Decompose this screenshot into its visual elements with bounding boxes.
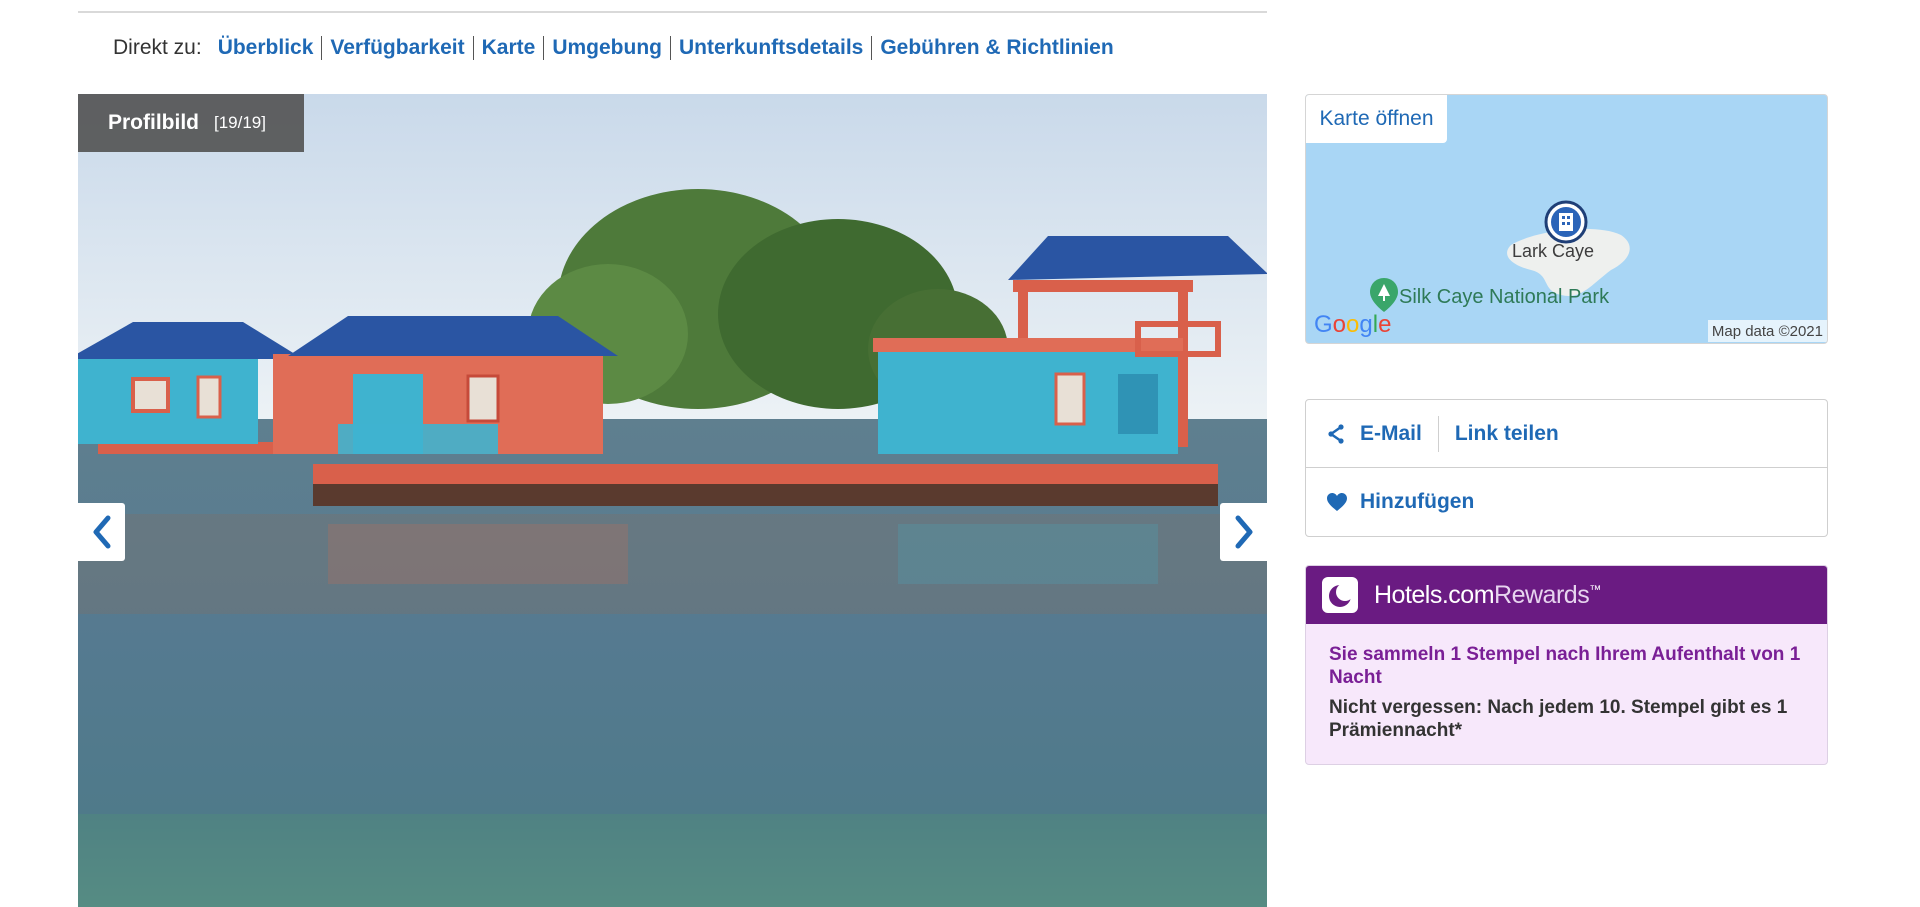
jump-link-availability[interactable]: Verfügbarkeit: [322, 36, 472, 60]
share-box: E-Mail Link teilen Hinzufügen: [1305, 399, 1828, 537]
rewards-stamp-message: Sie sammeln 1 Stempel nach Ihrem Aufenth…: [1329, 644, 1801, 688]
google-logo: Google: [1314, 311, 1392, 338]
rewards-header: Hotels.comRewards™: [1306, 566, 1827, 624]
rewards-panel: Hotels.comRewards™ Sie sammeln 1 Stempel…: [1305, 565, 1828, 765]
jump-to-label: Direkt zu:: [113, 36, 202, 59]
jump-link-fees-policies[interactable]: Gebühren & Richtlinien: [872, 36, 1121, 60]
photo-counter: [19/19]: [214, 113, 266, 132]
hotel-photo[interactable]: [78, 94, 1267, 907]
jump-link-map[interactable]: Karte: [474, 36, 544, 60]
map-credit: Map data ©2021: [1707, 320, 1827, 342]
caption-title: Profilbild: [108, 111, 199, 134]
jump-link-overview[interactable]: Überblick: [218, 36, 322, 60]
top-divider: [78, 11, 1267, 13]
share-divider: [1437, 415, 1439, 452]
chevron-left-icon: [93, 515, 110, 549]
email-share-link[interactable]: E-Mail: [1360, 422, 1422, 446]
map-label-island: Lark Caye: [1512, 241, 1595, 261]
copy-link-button[interactable]: Link teilen: [1455, 422, 1559, 446]
photo-caption: Profilbild [19/19]: [78, 94, 304, 152]
share-icon: [1328, 423, 1344, 444]
map-label-park: Silk Caye National Park: [1399, 286, 1610, 308]
rewards-body: Sie sammeln 1 Stempel nach Ihrem Aufenth…: [1306, 624, 1827, 742]
chevron-right-icon: [1235, 515, 1252, 549]
jump-link-property-details[interactable]: Unterkunftsdetails: [671, 36, 871, 60]
favorite-row[interactable]: Hinzufügen: [1306, 468, 1827, 536]
rewards-reminder: Nicht vergessen: Nach jedem 10. Stempel …: [1329, 697, 1788, 741]
add-to-favorites-button[interactable]: Hinzufügen: [1360, 490, 1474, 514]
open-map-button[interactable]: Karte öffnen: [1306, 95, 1447, 143]
park-pin-icon: [1370, 278, 1398, 312]
jump-to-nav: Direkt zu: Überblick Verfügbarkeit Karte…: [113, 34, 1122, 62]
jump-link-surroundings[interactable]: Umgebung: [544, 36, 670, 60]
previous-photo-button[interactable]: [78, 503, 125, 561]
share-row: E-Mail Link teilen: [1306, 400, 1827, 468]
photo-gallery: Profilbild [19/19]: [78, 94, 1267, 907]
map-preview[interactable]: Karte öffnen Lark Caye Silk Caye Nationa…: [1305, 94, 1828, 344]
rewards-logo: Hotels.comRewards™: [1374, 580, 1601, 609]
moon-icon: [1322, 577, 1358, 613]
heart-icon: [1327, 493, 1347, 511]
hotel-marker-icon[interactable]: [1544, 200, 1588, 244]
next-photo-button[interactable]: [1220, 503, 1267, 561]
